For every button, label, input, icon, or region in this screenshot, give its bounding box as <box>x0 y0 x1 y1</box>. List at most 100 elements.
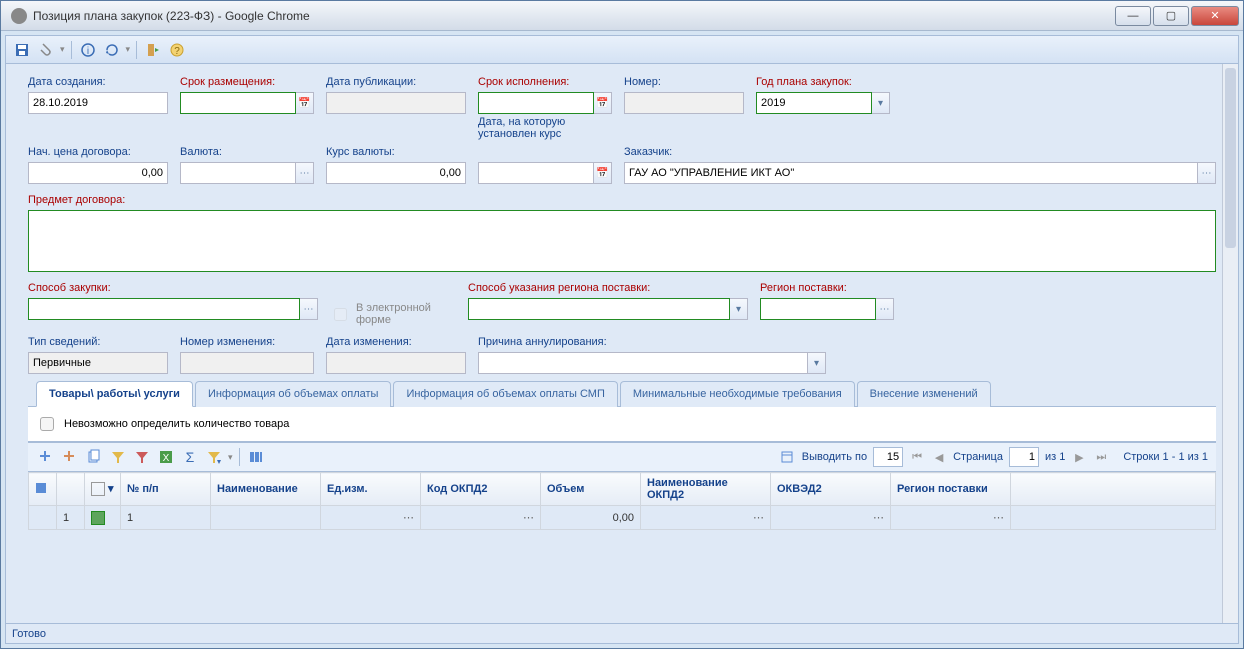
col-check[interactable]: ▾ <box>85 473 121 506</box>
col-npp[interactable]: № п/п <box>121 473 211 506</box>
attachment-button[interactable] <box>36 40 56 60</box>
currency-input[interactable] <box>180 162 296 184</box>
vertical-scrollbar[interactable] <box>1222 64 1238 623</box>
tab-changes[interactable]: Внесение изменений <box>857 381 991 407</box>
grid-funnel-button[interactable] <box>204 447 224 467</box>
save-button[interactable] <box>12 40 32 60</box>
tab-smp[interactable]: Информация об объемах оплаты СМП <box>393 381 617 407</box>
year-dropdown-trigger[interactable]: ▾ <box>872 92 890 114</box>
cell-idx: 1 <box>57 506 85 530</box>
col-volume[interactable]: Объем <box>541 473 641 506</box>
col-unit[interactable]: Ед.изм. <box>321 473 421 506</box>
cell-okpd2-name[interactable]: ⋯ <box>641 506 771 530</box>
change-date-label: Дата изменения: <box>326 336 466 348</box>
table-row[interactable]: 1 1 ⋯ ⋯ 0,00 ⋯ ⋯ ⋯ <box>29 506 1216 530</box>
okpd2-lookup-trigger[interactable]: ⋯ <box>523 511 534 524</box>
subject-textarea[interactable] <box>28 210 1216 272</box>
tab-requirements[interactable]: Минимальные необходимые требования <box>620 381 855 407</box>
status-text: Готово <box>12 628 46 640</box>
grid-excel-button[interactable]: X <box>156 447 176 467</box>
col-okved2[interactable]: ОКВЭД2 <box>771 473 891 506</box>
col-name[interactable]: Наименование <box>211 473 321 506</box>
okpd2name-lookup-trigger[interactable]: ⋯ <box>753 511 764 524</box>
scrollbar-thumb[interactable] <box>1225 68 1236 248</box>
cell-okpd2[interactable]: ⋯ <box>421 506 541 530</box>
region-lookup-trigger[interactable]: ⋯ <box>876 298 894 320</box>
main-toolbar: ▾ i ▾ ? <box>6 36 1238 64</box>
execution-input[interactable] <box>478 92 594 114</box>
tab-payments[interactable]: Информация об объемах оплаты <box>195 381 391 407</box>
prev-page-button[interactable]: ◀ <box>931 449 947 465</box>
placement-calendar-trigger[interactable]: 📅 <box>296 92 314 114</box>
creation-date-input[interactable] <box>28 92 168 114</box>
cannot-determine-checkbox[interactable] <box>40 417 54 431</box>
cell-name[interactable] <box>211 506 321 530</box>
creation-date-label: Дата создания: <box>28 76 168 88</box>
door-icon <box>145 42 161 58</box>
rate-date-col-label: Дата, на которуюустановлен курс <box>478 116 608 140</box>
customer-lookup-trigger[interactable]: ⋯ <box>1198 162 1216 184</box>
tab-goods[interactable]: Товары\ работы\ услуги <box>36 381 193 407</box>
exit-button[interactable] <box>143 40 163 60</box>
col-okpd2-name[interactable]: Наименование ОКПД2 <box>641 473 771 506</box>
tab-panel-goods: Невозможно определить количество товара <box>28 407 1216 442</box>
cell-volume[interactable]: 0,00 <box>541 506 641 530</box>
grid-filter-button[interactable] <box>108 447 128 467</box>
grid-toolbar: X Σ ▾ Выводить по ⏮ ◀ Стр <box>28 442 1216 472</box>
customer-input[interactable] <box>624 162 1198 184</box>
purchase-method-input[interactable] <box>28 298 300 320</box>
okved2-lookup-trigger[interactable]: ⋯ <box>873 511 884 524</box>
next-page-button[interactable]: ▶ <box>1071 449 1087 465</box>
minimize-button[interactable]: — <box>1115 6 1151 26</box>
col-config[interactable] <box>29 473 57 506</box>
grid-add-button[interactable] <box>36 447 56 467</box>
header-checkbox[interactable] <box>91 482 105 496</box>
region-way-label: Способ указания региона поставки: <box>468 282 748 294</box>
region-input[interactable] <box>760 298 876 320</box>
execution-calendar-trigger[interactable]: 📅 <box>594 92 612 114</box>
col-region[interactable]: Регион поставки <box>891 473 1011 506</box>
year-select[interactable] <box>756 92 872 114</box>
electronic-form-checkbox <box>334 308 347 321</box>
info-button[interactable]: i <box>78 40 98 60</box>
help-button[interactable]: ? <box>167 40 187 60</box>
rate-date-input[interactable] <box>478 162 594 184</box>
cell-okved2[interactable]: ⋯ <box>771 506 891 530</box>
region-cell-lookup-trigger[interactable]: ⋯ <box>993 511 1004 524</box>
last-page-button[interactable]: ⏭ <box>1093 449 1109 465</box>
contract-price-input[interactable] <box>28 162 168 184</box>
grid-sum-button[interactable]: Σ <box>180 447 200 467</box>
rate-date-calendar-trigger[interactable]: 📅 <box>594 162 612 184</box>
col-spacer <box>1011 473 1216 506</box>
region-way-select[interactable] <box>468 298 730 320</box>
rate-input[interactable] <box>326 162 466 184</box>
maximize-button[interactable]: ▢ <box>1153 6 1189 26</box>
per-page-input[interactable] <box>873 447 903 467</box>
unit-lookup-trigger[interactable]: ⋯ <box>403 511 414 524</box>
cancel-reason-select[interactable] <box>478 352 808 374</box>
row-checkbox[interactable] <box>91 511 105 525</box>
refresh-button[interactable] <box>102 40 122 60</box>
grid-clear-filter-button[interactable] <box>132 447 152 467</box>
funnel-clear-icon <box>134 449 150 465</box>
close-button[interactable]: ✕ <box>1191 6 1239 26</box>
electronic-form-checkbox-wrap: В электронной форме <box>330 302 456 326</box>
save-icon <box>14 42 30 58</box>
grid-columns-button[interactable] <box>246 447 266 467</box>
grid-remove-button[interactable] <box>60 447 80 467</box>
grid-copy-button[interactable] <box>84 447 104 467</box>
col-okpd2[interactable]: Код ОКПД2 <box>421 473 541 506</box>
region-way-dropdown-trigger[interactable]: ▾ <box>730 298 748 320</box>
page-input[interactable] <box>1009 447 1039 467</box>
currency-lookup-trigger[interactable]: ⋯ <box>296 162 314 184</box>
placement-input[interactable] <box>180 92 296 114</box>
cell-region[interactable]: ⋯ <box>891 506 1011 530</box>
cell-npp[interactable]: 1 <box>121 506 211 530</box>
region-label: Регион поставки: <box>760 282 894 294</box>
purchase-method-lookup-trigger[interactable]: ⋯ <box>300 298 318 320</box>
app-icon <box>11 8 27 24</box>
cell-unit[interactable]: ⋯ <box>321 506 421 530</box>
cancel-reason-dropdown-trigger[interactable]: ▾ <box>808 352 826 374</box>
first-page-button[interactable]: ⏮ <box>909 449 925 465</box>
svg-text:?: ? <box>174 46 180 57</box>
